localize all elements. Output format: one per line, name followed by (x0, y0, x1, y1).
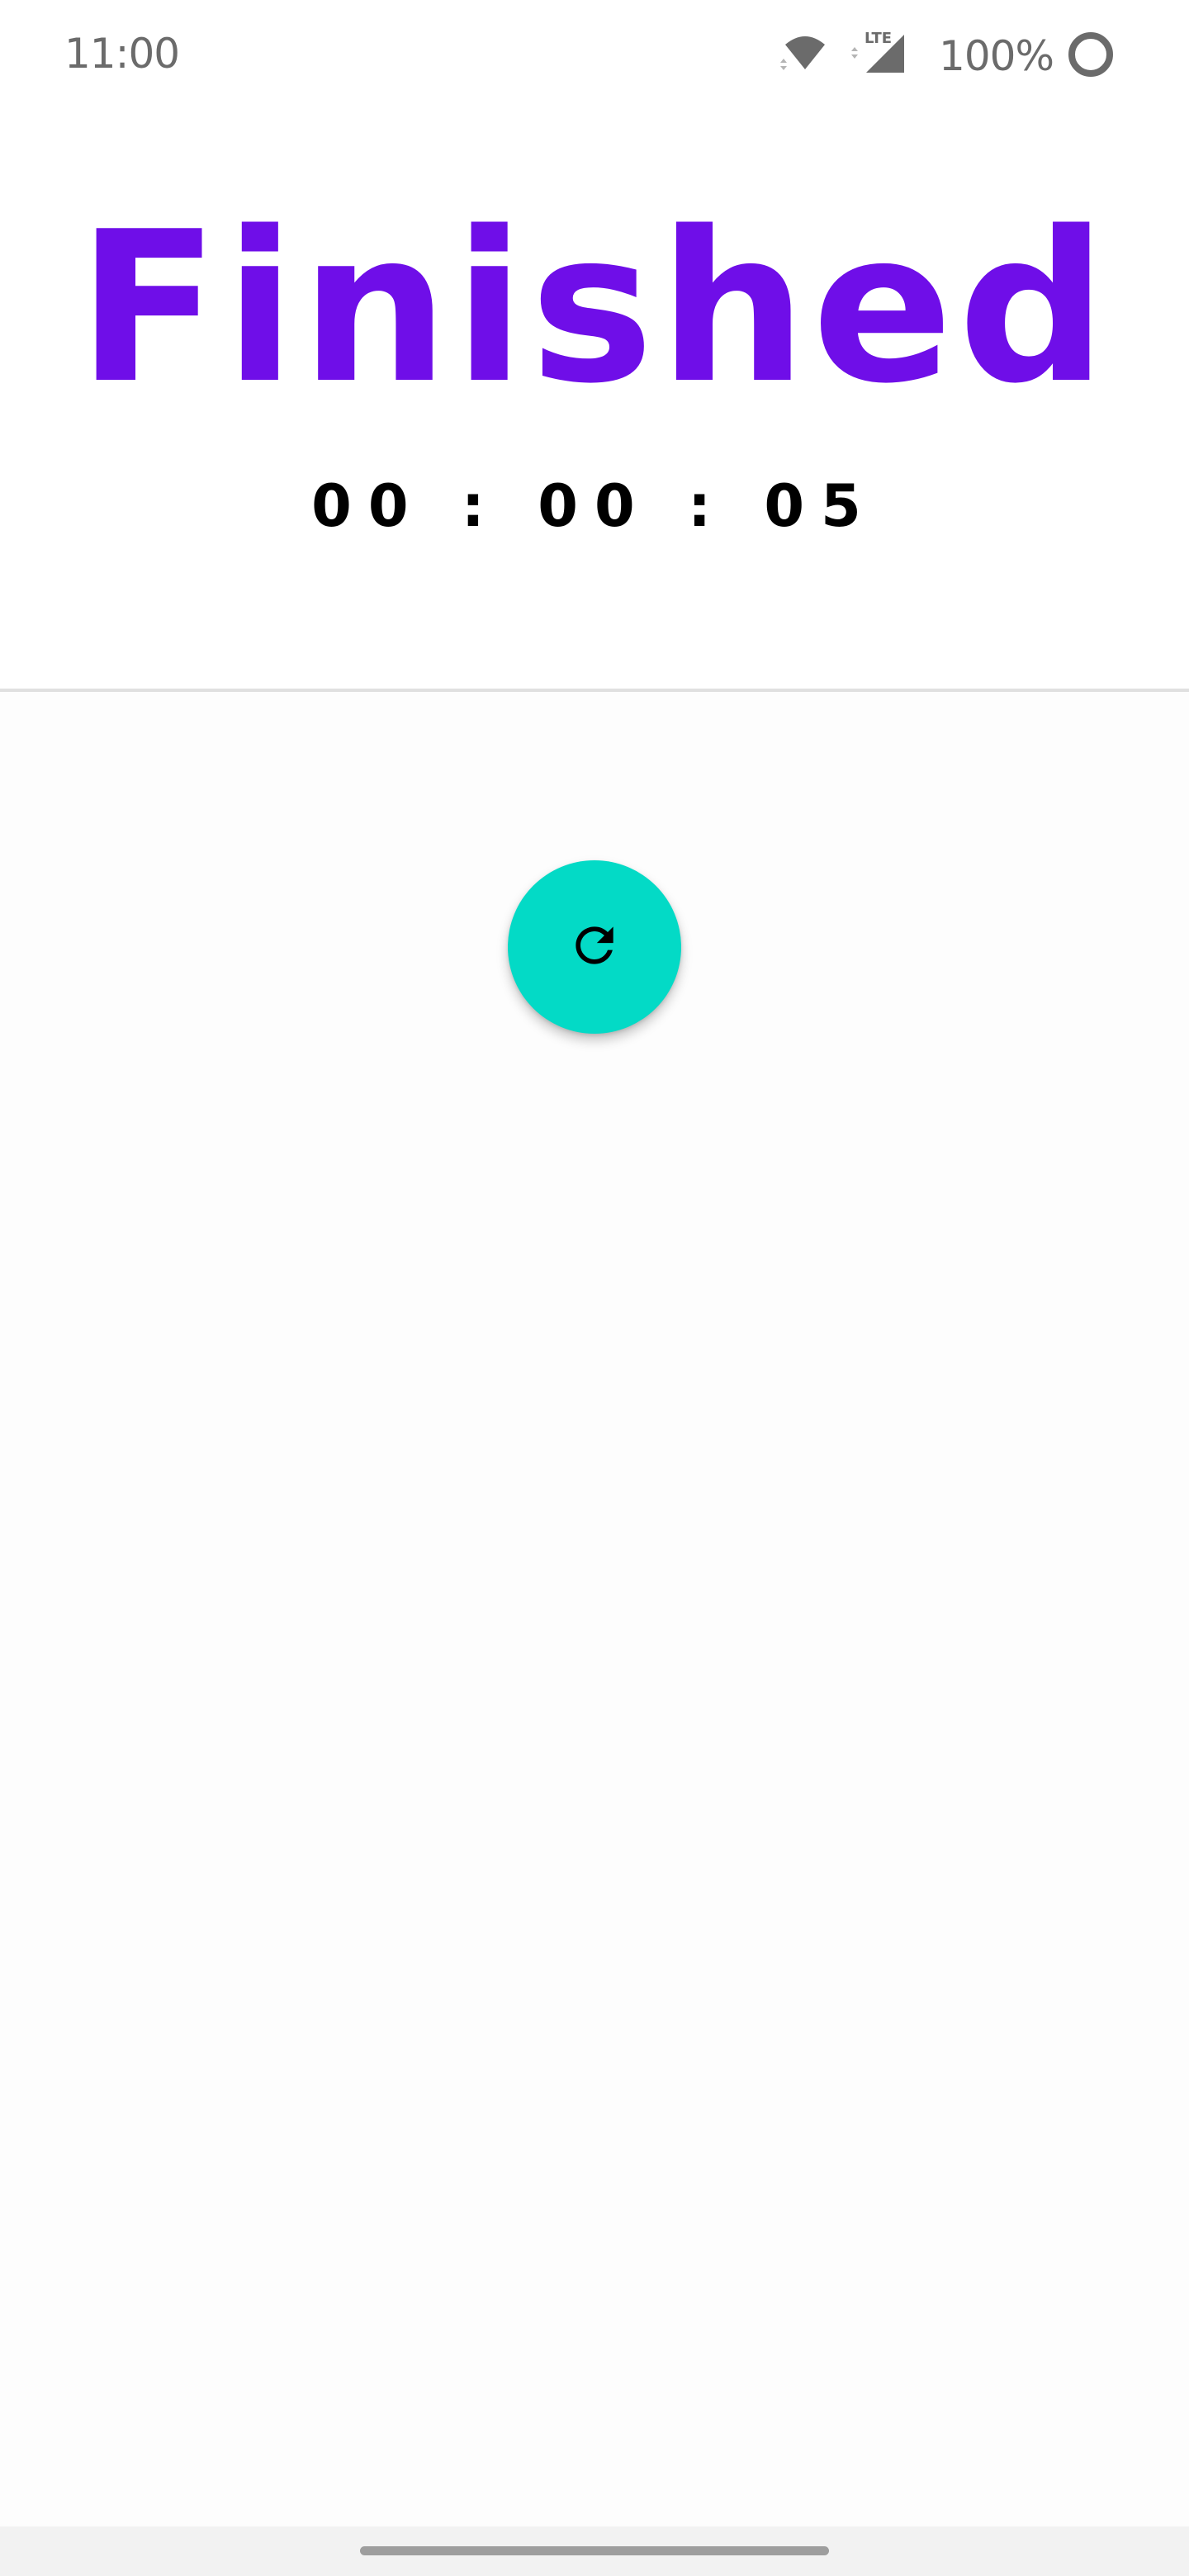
navigation-bar (0, 2526, 1189, 2576)
status-bar: 11:00 LTE 100% (0, 0, 1189, 112)
refresh-icon (566, 917, 623, 978)
status-time: 11:00 (64, 30, 180, 78)
divider (0, 689, 1189, 692)
cellular-signal-icon: LTE (850, 30, 916, 83)
stopwatch-header: Finished 00 : 00 : 05 (0, 112, 1189, 690)
status-title: Finished (77, 187, 1112, 429)
network-type-label: LTE (865, 30, 892, 47)
home-gesture-handle[interactable] (360, 2546, 829, 2555)
battery-percentage: 100% (939, 32, 1054, 80)
elapsed-time: 00 : 00 : 05 (311, 472, 878, 540)
status-icons: LTE 100% (779, 26, 1116, 86)
wifi-icon (779, 33, 831, 80)
reset-button[interactable] (508, 860, 681, 1034)
battery-icon (1065, 29, 1116, 84)
